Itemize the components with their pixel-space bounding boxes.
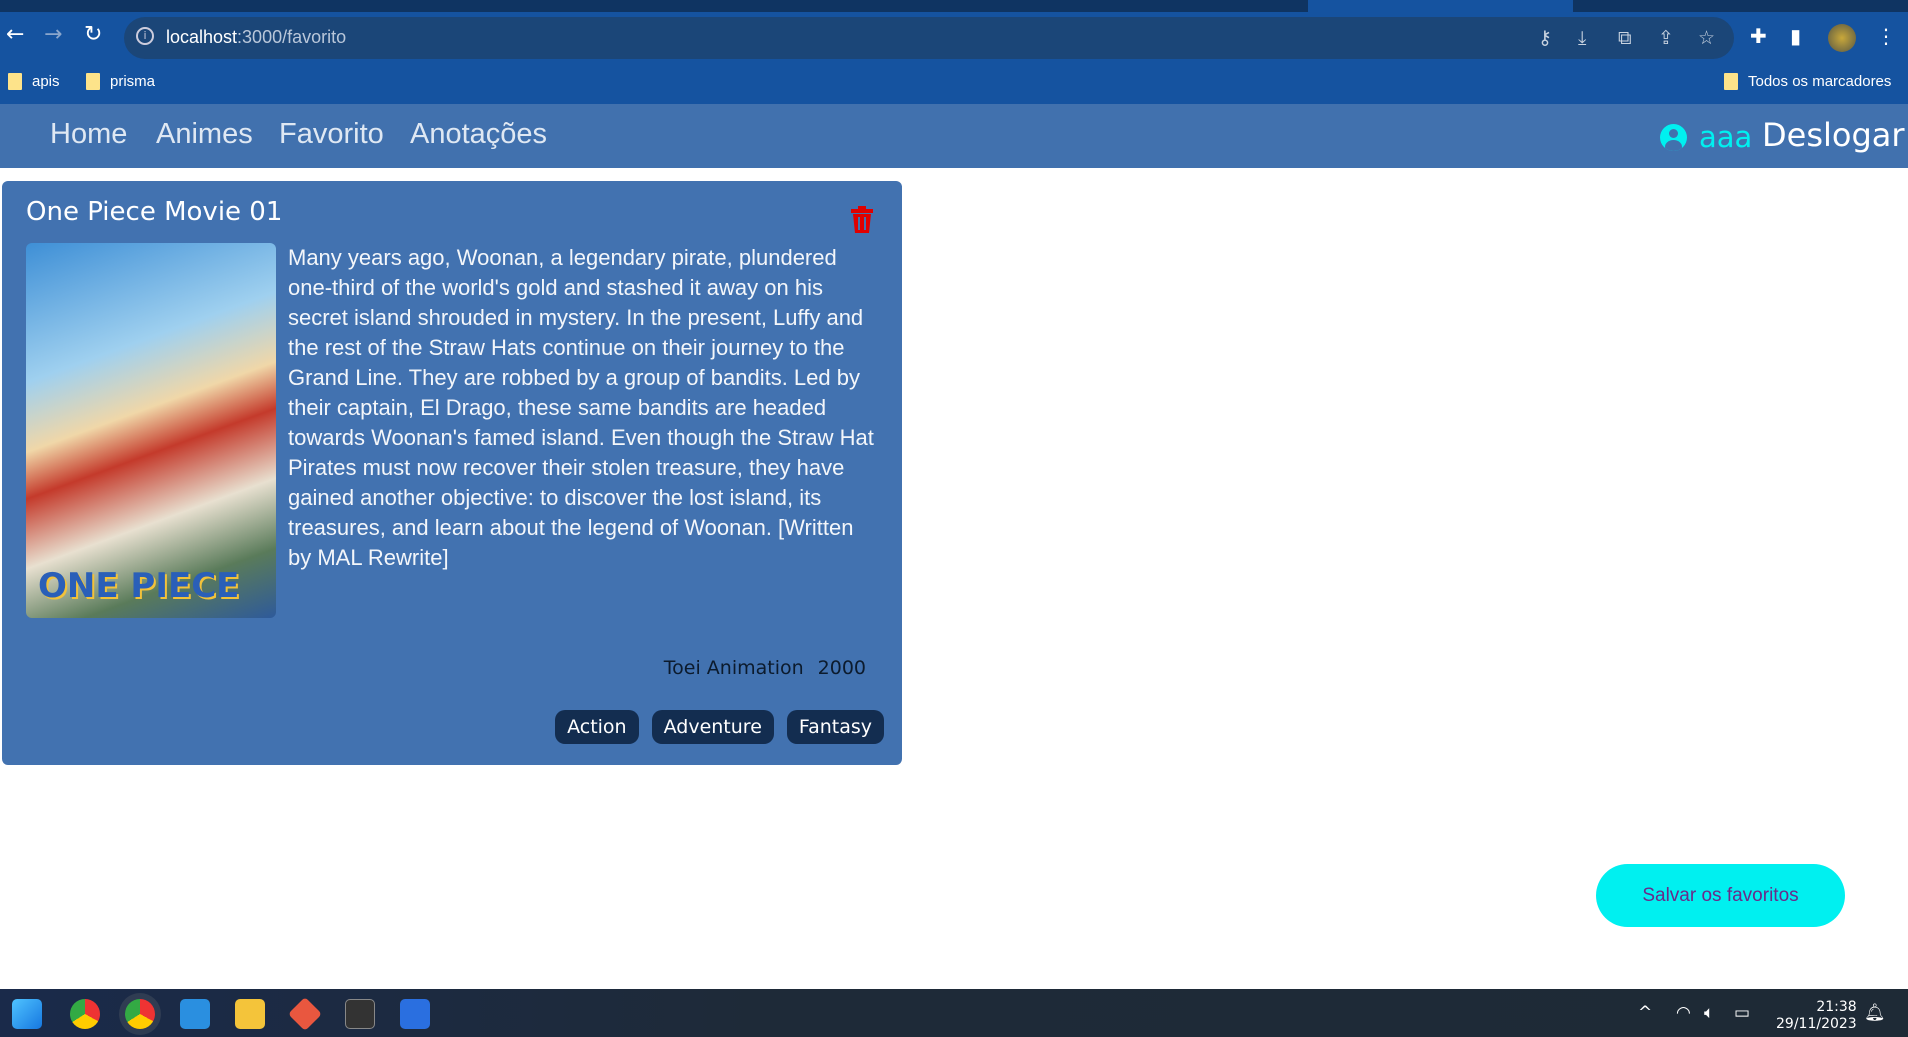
trash-icon[interactable] <box>851 205 873 233</box>
forward-icon[interactable]: → <box>44 22 62 47</box>
profile-avatar[interactable] <box>1828 24 1856 52</box>
user-circle-icon <box>1660 123 1687 151</box>
genre-tag: Fantasy <box>786 710 884 744</box>
taskbar: ^ ◠ 🔈︎ ▭ 21:38 29/11/2023 🔔︎ <box>0 989 1908 1037</box>
user-info[interactable]: aaa <box>1660 120 1752 154</box>
bookmark-label: prisma <box>110 73 156 90</box>
bookmark-prisma[interactable]: prisma <box>86 73 155 90</box>
address-bar[interactable]: i localhost:3000/favorito ⚷ ⤓ ⧉ ⇪ ☆ <box>124 17 1734 59</box>
share-icon[interactable]: ⇪ <box>1658 27 1674 49</box>
genre-tags: Action Adventure Fantasy <box>555 710 884 744</box>
genre-tag: Action <box>555 710 639 744</box>
chrome-icon[interactable] <box>70 999 100 1029</box>
sidepanel-icon[interactable]: ▮ <box>1790 24 1801 48</box>
year: 2000 <box>817 657 866 679</box>
clock[interactable]: 21:38 29/11/2023 <box>1776 999 1857 1033</box>
bookmark-apis[interactable]: apis <box>8 73 60 90</box>
reload-icon[interactable]: ↻ <box>84 22 102 47</box>
save-favorites-button[interactable]: Salvar os favoritos <box>1596 864 1845 927</box>
favorite-card: One Piece Movie 01 ONE PIECE Many years … <box>2 181 902 765</box>
nav-animes[interactable]: Animes <box>156 118 253 151</box>
extensions-icon[interactable]: ✚ <box>1750 24 1767 48</box>
terminal-icon[interactable] <box>345 999 375 1029</box>
vscode-icon[interactable] <box>180 999 210 1029</box>
folder-icon <box>86 73 100 90</box>
info-icon[interactable]: i <box>136 27 154 45</box>
chrome-profile-icon[interactable] <box>125 999 155 1029</box>
back-icon[interactable]: ← <box>6 22 24 47</box>
app-navbar: Home Animes Favorito Anotações aaa Deslo… <box>0 104 1908 168</box>
translate-icon[interactable]: ⧉ <box>1618 27 1632 49</box>
bell-icon[interactable]: 🔔︎ <box>1864 1003 1886 1023</box>
anime-synopsis: Many years ago, Woonan, a legendary pira… <box>288 245 874 570</box>
anime-meta: Toei Animation 2000 <box>664 657 866 679</box>
chevron-up-icon[interactable]: ^ <box>1638 1003 1652 1023</box>
battery-icon[interactable]: ▭ <box>1734 1003 1750 1023</box>
studio: Toei Animation <box>663 657 804 679</box>
time: 21:38 <box>1816 999 1857 1015</box>
file-explorer-icon[interactable] <box>235 999 265 1029</box>
anime-poster: ONE PIECE <box>26 243 276 618</box>
active-tab[interactable] <box>1308 0 1573 12</box>
url-host: localhost <box>166 27 238 47</box>
all-bookmarks-label: Todos os marcadores <box>1748 73 1892 90</box>
poster-logo: ONE PIECE <box>38 566 240 606</box>
anime-title: One Piece Movie 01 <box>26 197 283 227</box>
nav-favorito[interactable]: Favorito <box>279 118 384 151</box>
genre-tag: Adventure <box>651 710 774 744</box>
app-c-icon[interactable] <box>400 999 430 1029</box>
key-icon[interactable]: ⚷ <box>1538 27 1552 49</box>
all-bookmarks[interactable]: Todos os marcadores <box>1724 73 1891 90</box>
logout-link[interactable]: Deslogar <box>1762 116 1905 154</box>
start-icon[interactable] <box>12 999 42 1029</box>
git-icon[interactable] <box>288 997 322 1031</box>
browser-toolbar: ← → ↻ i localhost:3000/favorito ⚷ ⤓ ⧉ ⇪ … <box>0 12 1908 104</box>
wifi-icon[interactable]: ◠ <box>1676 1003 1691 1023</box>
url-path: :3000/favorito <box>237 27 347 47</box>
star-icon[interactable]: ☆ <box>1698 27 1715 49</box>
nav-home[interactable]: Home <box>50 118 127 151</box>
date: 29/11/2023 <box>1776 1016 1857 1032</box>
folder-icon <box>8 73 22 90</box>
volume-icon[interactable]: 🔈︎ <box>1704 1003 1714 1023</box>
url-text: localhost:3000/favorito <box>166 27 346 48</box>
username: aaa <box>1699 120 1753 154</box>
menu-icon[interactable]: ⋮ <box>1876 24 1896 48</box>
folder-icon <box>1724 73 1738 90</box>
install-icon[interactable]: ⤓ <box>1578 27 1586 49</box>
nav-anotacoes[interactable]: Anotações <box>410 118 547 151</box>
tab-strip <box>0 0 1908 12</box>
bookmark-label: apis <box>32 73 60 90</box>
